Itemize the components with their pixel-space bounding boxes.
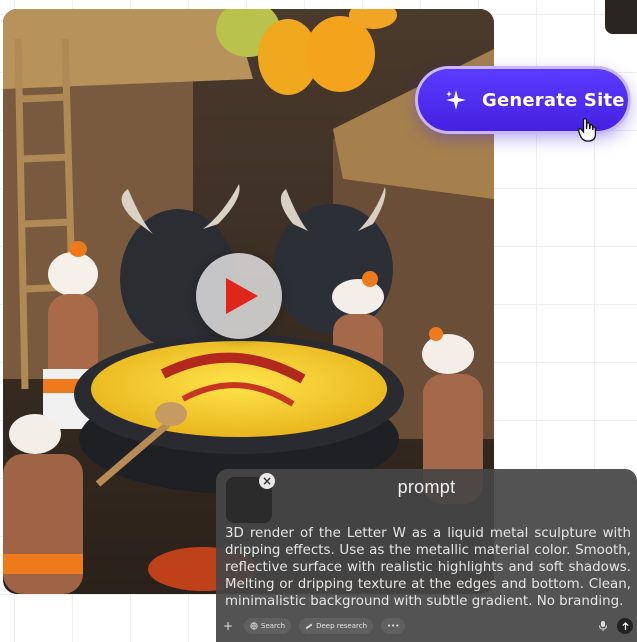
deep-research-chip[interactable]: Deep research	[299, 618, 374, 634]
prompt-input[interactable]: 3D render of the Letter W as a liquid me…	[225, 525, 631, 610]
generate-site-label: Generate Site	[482, 89, 625, 111]
search-chip[interactable]: Search	[244, 618, 292, 634]
arrow-up-icon	[621, 621, 629, 630]
deep-research-chip-label: Deep research	[316, 622, 368, 630]
microphone-icon[interactable]	[597, 620, 609, 632]
hand-cursor-icon	[577, 118, 597, 142]
play-button[interactable]	[196, 253, 282, 339]
more-options-label: •••	[387, 622, 400, 630]
globe-icon	[250, 622, 258, 630]
sparkle-icon	[446, 90, 466, 110]
search-chip-label: Search	[261, 622, 286, 630]
corner-thumbnail	[605, 0, 637, 34]
prompt-panel: × prompt 3D render of the Letter W as a …	[216, 469, 637, 642]
more-options-button[interactable]: •••	[381, 618, 406, 634]
plus-icon[interactable]: +	[220, 619, 236, 633]
prompt-toolbar: + Search Deep research •••	[220, 616, 633, 636]
prompt-brand-title: prompt	[397, 477, 456, 497]
play-icon	[226, 278, 258, 314]
telescope-icon	[305, 623, 313, 630]
send-button[interactable]	[617, 618, 633, 634]
